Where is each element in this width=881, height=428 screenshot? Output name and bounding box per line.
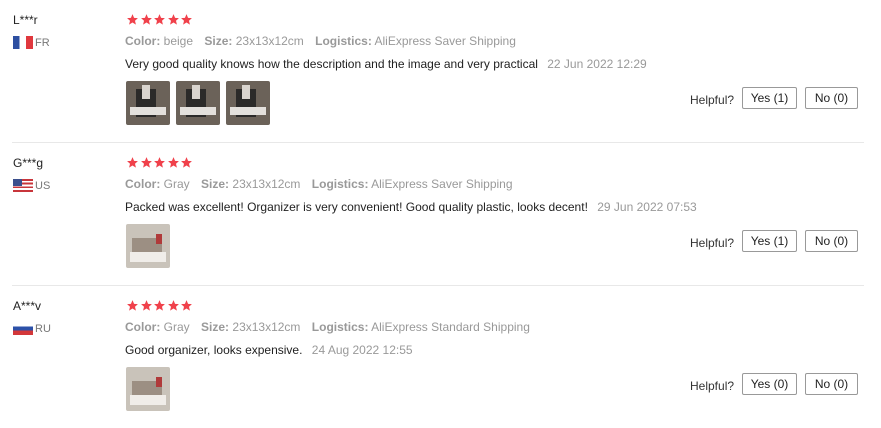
reviewer-name: A***v: [13, 299, 42, 313]
size-value: 23x13x12cm: [232, 177, 301, 191]
logistics-label: Logistics:: [315, 34, 372, 48]
review-photo[interactable]: [176, 81, 220, 125]
size-label: Size:: [201, 320, 230, 334]
logistics-label: Logistics:: [311, 177, 369, 191]
review-text: Packed was excellent! Organizer is very …: [125, 200, 697, 214]
review-photo[interactable]: [126, 224, 170, 268]
star-rating: [126, 156, 194, 170]
star-icon: [140, 13, 153, 26]
color-label: Color:: [125, 34, 161, 48]
review-images: [126, 224, 176, 268]
review-attributes: Color: Gray Size: 23x13x12cm Logistics: …: [125, 177, 521, 191]
star-icon: [126, 13, 139, 26]
review-text: Good organizer, looks expensive. 24 Aug …: [125, 343, 413, 357]
logistics-value: AliExpress Standard Shipping: [371, 320, 530, 334]
color-value: Gray: [163, 320, 190, 334]
review-photo[interactable]: [126, 367, 170, 411]
helpful-label: Helpful?: [690, 93, 735, 107]
country-code: RU: [35, 322, 51, 335]
review-body: Very good quality knows how the descript…: [125, 57, 538, 71]
review-date: 22 Jun 2022 12:29: [547, 57, 647, 71]
review-divider: [12, 142, 864, 143]
size-value: 23x13x12cm: [232, 320, 301, 334]
star-icon: [167, 299, 180, 312]
flag-us-icon: [13, 179, 33, 192]
helpful-no-button[interactable]: No (0): [805, 373, 858, 395]
logistics-value: AliExpress Saver Shipping: [374, 34, 516, 48]
star-icon: [153, 13, 166, 26]
review-body: Packed was excellent! Organizer is very …: [125, 200, 588, 214]
review-images: [126, 367, 176, 411]
reviewer-name: L***r: [13, 13, 38, 27]
review-divider: [12, 285, 864, 286]
flag-ru-icon: [13, 322, 33, 335]
country-code: FR: [35, 36, 50, 49]
helpful-yes-button[interactable]: Yes (1): [742, 230, 797, 252]
star-icon: [126, 156, 139, 169]
star-icon: [167, 13, 180, 26]
helpful-label: Helpful?: [690, 379, 735, 393]
review-attributes: Color: beige Size: 23x13x12cm Logistics:…: [125, 34, 524, 48]
helpful-no-button[interactable]: No (0): [805, 230, 858, 252]
reviewer-country: RU: [13, 322, 51, 335]
color-label: Color:: [125, 320, 161, 334]
review-body: Good organizer, looks expensive.: [125, 343, 303, 357]
star-icon: [140, 156, 153, 169]
color-label: Color:: [125, 177, 161, 191]
helpful-label: Helpful?: [690, 236, 735, 250]
helpful-no-button[interactable]: No (0): [805, 87, 858, 109]
flag-fr-icon: [13, 36, 33, 49]
reviewer-country: FR: [13, 36, 50, 49]
size-label: Size:: [201, 177, 230, 191]
helpful-yes-button[interactable]: Yes (0): [742, 373, 797, 395]
star-rating: [126, 299, 194, 313]
helpful-yes-button[interactable]: Yes (1): [742, 87, 797, 109]
star-icon: [126, 299, 139, 312]
review-images: [126, 81, 276, 125]
logistics-value: AliExpress Saver Shipping: [371, 177, 513, 191]
review-photo[interactable]: [126, 81, 170, 125]
reviewer-country: US: [13, 179, 50, 192]
star-icon: [153, 299, 166, 312]
star-icon: [180, 13, 193, 26]
review-text: Very good quality knows how the descript…: [125, 57, 647, 71]
country-code: US: [35, 179, 51, 192]
star-icon: [140, 299, 153, 312]
star-icon: [180, 156, 193, 169]
star-rating: [126, 13, 194, 27]
star-icon: [153, 156, 166, 169]
color-value: beige: [163, 34, 194, 48]
size-value: 23x13x12cm: [235, 34, 304, 48]
logistics-label: Logistics:: [311, 320, 369, 334]
color-value: Gray: [163, 177, 190, 191]
reviewer-name: G***g: [13, 156, 44, 170]
review-date: 24 Aug 2022 12:55: [311, 343, 413, 357]
star-icon: [167, 156, 180, 169]
review-attributes: Color: Gray Size: 23x13x12cm Logistics: …: [125, 320, 538, 334]
size-label: Size:: [204, 34, 233, 48]
star-icon: [180, 299, 193, 312]
review-photo[interactable]: [226, 81, 270, 125]
review-date: 29 Jun 2022 07:53: [597, 200, 697, 214]
